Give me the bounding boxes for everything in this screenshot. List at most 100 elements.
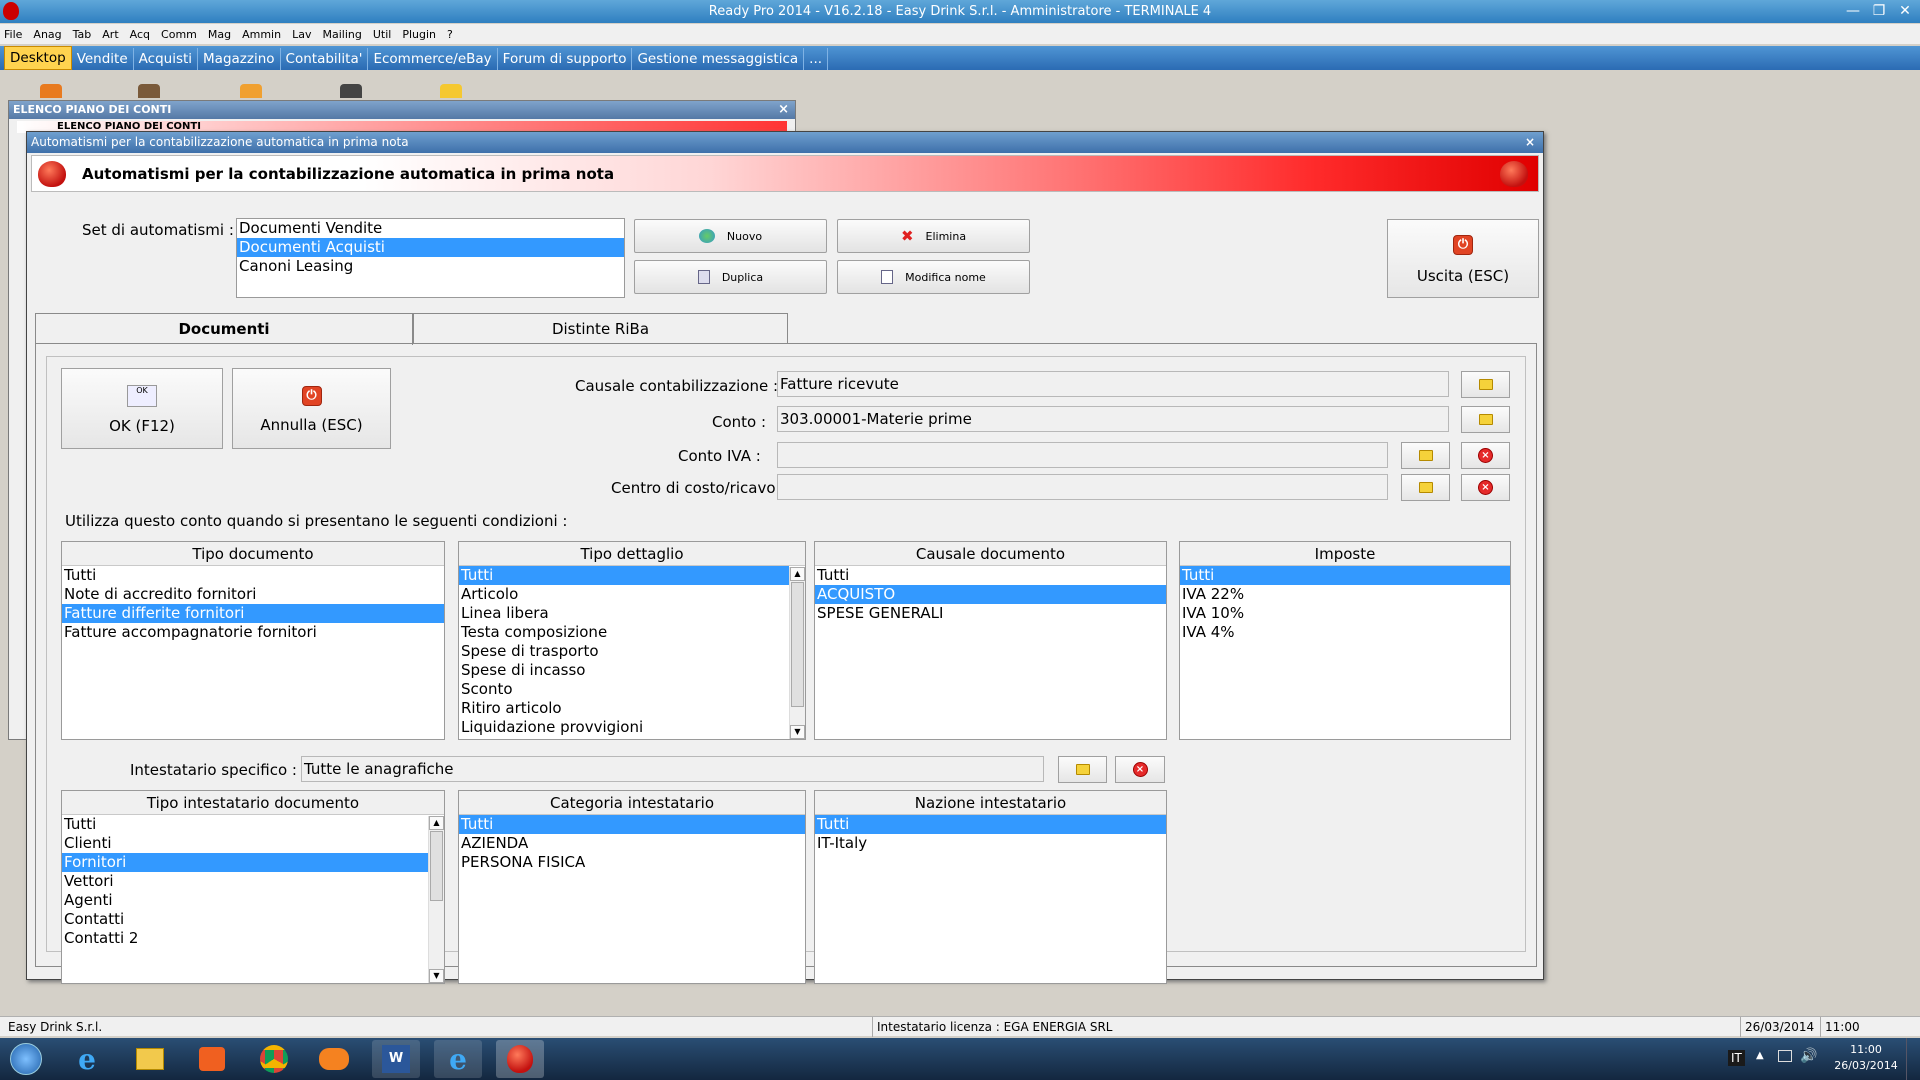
menu-mag[interactable]: Mag <box>208 28 231 41</box>
ok-button[interactable]: OK OK (F12) <box>61 368 223 449</box>
list-item[interactable]: AZIENDA <box>459 834 805 853</box>
intestatario-browse-button[interactable] <box>1058 756 1107 783</box>
restore-icon[interactable]: ❐ <box>1866 1 1892 21</box>
modifica-nome-button[interactable]: Modifica nome <box>837 260 1030 294</box>
list-item[interactable]: Liquidazione provvigioni <box>459 718 789 737</box>
centro-clear-button[interactable]: × <box>1461 474 1510 501</box>
desktop-icon[interactable] <box>40 84 62 98</box>
tab-messaggistica[interactable]: Gestione messaggistica <box>632 48 805 70</box>
tab-magazzino[interactable]: Magazzino <box>198 48 281 70</box>
tipo-dettaglio-list[interactable]: Tipo dettaglio Tutti Articolo Linea libe… <box>458 541 806 740</box>
list-item[interactable]: Fatture accompagnatorie fornitori <box>62 623 444 642</box>
list-item[interactable]: PERSONA FISICA <box>459 853 805 872</box>
desktop-icon[interactable] <box>138 84 160 98</box>
scroll-up-icon[interactable]: ▲ <box>429 816 444 830</box>
menu-acq[interactable]: Acq <box>130 28 150 41</box>
menu-lav[interactable]: Lav <box>292 28 311 41</box>
taskbar-explorer[interactable] <box>126 1040 174 1078</box>
menu-tab[interactable]: Tab <box>73 28 92 41</box>
list-item[interactable]: Tutti <box>62 815 428 834</box>
conto-iva-browse-button[interactable] <box>1401 442 1450 469</box>
list-item-selected[interactable]: Fatture differite fornitori <box>62 604 444 623</box>
tab-ecommerce[interactable]: Ecommerce/eBay <box>368 48 498 70</box>
nuovo-button[interactable]: Nuovo <box>634 219 827 253</box>
tab-vendite[interactable]: Vendite <box>72 48 134 70</box>
dialog-close-icon[interactable]: × <box>1525 132 1535 153</box>
list-item[interactable]: IT-Italy <box>815 834 1166 853</box>
list-item[interactable]: Agenti <box>62 891 428 910</box>
set-listbox[interactable]: Documenti Vendite Documenti Acquisti Can… <box>236 218 625 298</box>
menu-file[interactable]: File <box>4 28 22 41</box>
list-item-selected[interactable]: Tutti <box>815 815 1166 834</box>
list-item[interactable]: Note di accredito fornitori <box>62 585 444 604</box>
categoria-intestatario-list[interactable]: Categoria intestatario Tutti AZIENDA PER… <box>458 790 806 984</box>
taskbar-chrome[interactable] <box>250 1040 298 1078</box>
list-item[interactable]: Spese di incasso <box>459 661 789 680</box>
list-item-selected[interactable]: Fornitori <box>62 853 428 872</box>
tab-desktop[interactable]: Desktop <box>4 46 72 70</box>
taskbar-readypro[interactable] <box>496 1040 544 1078</box>
tab-contabilita[interactable]: Contabilita' <box>281 48 369 70</box>
network-icon[interactable] <box>1778 1050 1792 1062</box>
volume-icon[interactable]: 🔊 <box>1800 1048 1817 1064</box>
list-item[interactable]: Tutti <box>815 566 1166 585</box>
desktop-icon[interactable] <box>240 84 262 98</box>
list-item[interactable]: Vettori <box>62 872 428 891</box>
list-item[interactable]: Clienti <box>62 834 428 853</box>
tab-documenti[interactable]: Documenti <box>35 313 413 345</box>
close-icon[interactable]: ✕ <box>1892 1 1918 21</box>
menu-util[interactable]: Util <box>373 28 391 41</box>
list-item-selected[interactable]: ACQUISTO <box>815 585 1166 604</box>
list-item[interactable]: IVA 4% <box>1180 623 1510 642</box>
scroll-down-icon[interactable]: ▼ <box>429 969 444 983</box>
tab-forum[interactable]: Forum di supporto <box>498 48 633 70</box>
annulla-button[interactable]: ⏻ Annulla (ESC) <box>232 368 391 449</box>
start-button[interactable] <box>2 1040 50 1078</box>
list-item[interactable]: Spese di trasporto <box>459 642 789 661</box>
tab-distinte-riba[interactable]: Distinte RiBa <box>413 313 788 343</box>
taskbar-clock[interactable]: 11:00 26/03/2014 <box>1830 1042 1902 1074</box>
list-item[interactable]: SPESE GENERALI <box>815 604 1166 623</box>
taskbar-ie2[interactable]: e <box>434 1040 482 1078</box>
centro-field[interactable] <box>777 474 1388 500</box>
centro-browse-button[interactable] <box>1401 474 1450 501</box>
menu-ammin[interactable]: Ammin <box>242 28 281 41</box>
taskbar-ie[interactable]: e <box>63 1040 111 1078</box>
menu-help[interactable]: ? <box>447 28 453 41</box>
list-item[interactable]: Tutti <box>62 566 444 585</box>
tipo-dettaglio-scrollbar[interactable]: ▲ ▼ <box>789 567 805 739</box>
scroll-down-icon[interactable]: ▼ <box>790 725 805 739</box>
scroll-thumb[interactable] <box>791 582 804 707</box>
conto-iva-clear-button[interactable]: × <box>1461 442 1510 469</box>
conto-field[interactable]: 303.00001-Materie prime <box>777 406 1449 432</box>
menu-comm[interactable]: Comm <box>161 28 197 41</box>
language-indicator[interactable]: IT <box>1728 1050 1745 1066</box>
causale-browse-button[interactable] <box>1461 371 1510 398</box>
tray-arrow-icon[interactable]: ▲ <box>1756 1050 1764 1061</box>
tipo-documento-list[interactable]: Tipo documento Tutti Note di accredito f… <box>61 541 445 740</box>
causale-field[interactable]: Fatture ricevute <box>777 371 1449 397</box>
list-item[interactable]: Ritiro articolo <box>459 699 789 718</box>
causale-documento-list[interactable]: Causale documento Tutti ACQUISTO SPESE G… <box>814 541 1167 740</box>
list-item-selected[interactable]: Tutti <box>459 815 805 834</box>
elimina-button[interactable]: ✖ Elimina <box>837 219 1030 253</box>
strawberry-app-icon[interactable] <box>3 2 19 20</box>
list-item[interactable]: IVA 22% <box>1180 585 1510 604</box>
imposte-list[interactable]: Imposte Tutti IVA 22% IVA 10% IVA 4% <box>1179 541 1511 740</box>
scroll-thumb[interactable] <box>430 831 443 901</box>
menu-anag[interactable]: Anag <box>33 28 61 41</box>
list-item-selected[interactable]: Tutti <box>459 566 789 585</box>
list-item[interactable]: Articolo <box>459 585 789 604</box>
list-item[interactable]: Sconto <box>459 680 789 699</box>
list-item[interactable]: Testa composizione <box>459 623 789 642</box>
list-item-selected[interactable]: Tutti <box>1180 566 1510 585</box>
intestatario-field[interactable]: Tutte le anagrafiche <box>301 756 1044 782</box>
nazione-intestatario-list[interactable]: Nazione intestatario Tutti IT-Italy <box>814 790 1167 984</box>
tab-more[interactable]: ... <box>804 48 829 70</box>
set-item[interactable]: Documenti Vendite <box>237 219 624 238</box>
minimize-icon[interactable]: — <box>1840 1 1866 21</box>
bg-window-close-icon[interactable]: × <box>778 102 789 117</box>
uscita-button[interactable]: ⏻ Uscita (ESC) <box>1387 219 1539 298</box>
list-item[interactable]: Contatti <box>62 910 428 929</box>
intestatario-clear-button[interactable]: × <box>1115 756 1165 783</box>
